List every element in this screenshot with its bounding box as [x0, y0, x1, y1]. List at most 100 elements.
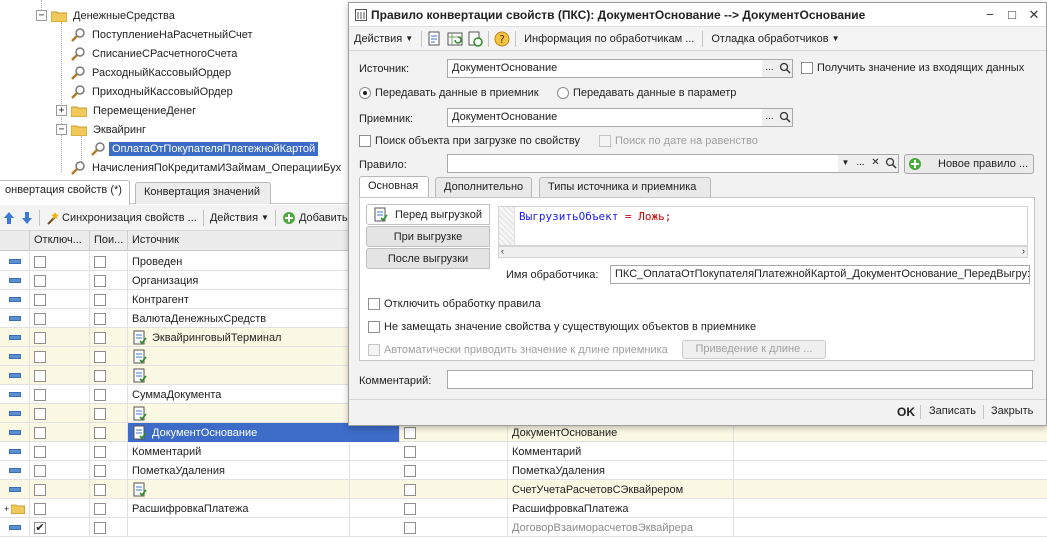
search-cell[interactable]: [90, 480, 128, 499]
search-icon[interactable]: [777, 59, 793, 78]
search-cell[interactable]: [90, 252, 128, 271]
checkbox-box[interactable]: [34, 426, 46, 439]
rule-dropdown-button[interactable]: ▼: [838, 154, 854, 173]
checkbox-box[interactable]: [94, 407, 106, 420]
disabled-cell[interactable]: [30, 480, 90, 499]
save-doc-button[interactable]: [425, 30, 445, 48]
table-row[interactable]: Комментарий Комментарий: [0, 442, 1047, 461]
source-cell[interactable]: ВалютаДенежныхСредств: [128, 309, 350, 328]
sync-properties-button[interactable]: Синхронизация свойств ...: [43, 210, 200, 226]
disabled-cell[interactable]: [30, 404, 90, 423]
disabled-cell[interactable]: [30, 499, 90, 518]
search-by-property-checkbox[interactable]: Поиск объекта при загрузке по свойству: [359, 135, 580, 147]
checkbox-box[interactable]: [404, 521, 416, 534]
checkbox-box[interactable]: [368, 321, 380, 333]
close-icon[interactable]: ✕: [1026, 7, 1042, 23]
checkbox-box[interactable]: [34, 483, 46, 496]
reload-button[interactable]: [465, 30, 485, 48]
tree-node-item[interactable]: ПриходныйКассовыйОрдер: [70, 82, 236, 101]
source-cell[interactable]: ЭквайринговыйТерминал: [128, 328, 350, 347]
search-cell[interactable]: [90, 271, 128, 290]
tree-node-item[interactable]: ПоступлениеНаРасчетныйСчет: [70, 25, 256, 44]
search-cell[interactable]: [90, 423, 128, 442]
checkbox-box[interactable]: [359, 135, 371, 147]
target-flag-cell[interactable]: [400, 461, 508, 480]
tree-node-selected[interactable]: ОплатаОтПокупателяПлатежнойКартой: [90, 139, 319, 158]
checkbox-box[interactable]: [368, 344, 380, 356]
search-cell[interactable]: [90, 404, 128, 423]
disabled-cell[interactable]: [30, 347, 90, 366]
move-up-button[interactable]: [0, 211, 18, 225]
column-header-icon[interactable]: [0, 231, 30, 251]
target-flag-cell[interactable]: [400, 442, 508, 461]
tree-node-acquiring[interactable]: − Эквайринг: [56, 120, 149, 139]
disabled-cell[interactable]: [30, 328, 90, 347]
target-cell[interactable]: ПометкаУдаления: [508, 461, 734, 480]
debug-handlers-menu[interactable]: Отладка обработчиков ▼: [706, 33, 844, 45]
source-cell[interactable]: [128, 480, 350, 499]
search-cell[interactable]: [90, 290, 128, 309]
rule-field[interactable]: [447, 154, 839, 173]
checkbox-box[interactable]: [34, 255, 46, 268]
rule-select-button[interactable]: ...: [853, 154, 869, 173]
add-button[interactable]: Добавить: [279, 211, 351, 225]
checkbox-box[interactable]: [94, 312, 106, 325]
get-incoming-checkbox[interactable]: Получить значение из входящих данных: [801, 62, 1024, 74]
code-horizontal-scrollbar[interactable]: ‹ ›: [498, 246, 1028, 258]
search-cell[interactable]: [90, 347, 128, 366]
target-flag-cell[interactable]: [400, 499, 508, 518]
radio-pass-to-param[interactable]: Передавать данные в параметр: [557, 87, 736, 99]
help-button[interactable]: ?: [492, 30, 512, 48]
checkbox-box[interactable]: ✔: [34, 521, 46, 534]
checkbox-box[interactable]: [34, 293, 46, 306]
source-cell[interactable]: Контрагент: [128, 290, 350, 309]
handler-name-field[interactable]: ПКС_ОплатаОтПокупателяПлатежнойКартой_До…: [610, 265, 1030, 284]
disabled-cell[interactable]: [30, 271, 90, 290]
dialog-titlebar[interactable]: Правило конвертации свойств (ПКС): Докум…: [349, 3, 1046, 27]
tree-node-money[interactable]: − ДенежныеСредства: [36, 6, 178, 25]
column-header-disabled[interactable]: Отключ...: [30, 231, 90, 251]
tab-value-conversion[interactable]: Конвертация значений: [135, 182, 271, 204]
disabled-cell[interactable]: ✔: [30, 518, 90, 537]
new-rule-button[interactable]: Новое правило ...: [904, 154, 1034, 174]
receiver-field[interactable]: ДокументОснование: [447, 108, 763, 127]
search-icon[interactable]: [777, 108, 793, 127]
event-on-export[interactable]: При выгрузке: [366, 226, 490, 247]
checkbox-box[interactable]: [94, 426, 106, 439]
checkbox-box[interactable]: [404, 464, 416, 477]
disabled-cell[interactable]: [30, 442, 90, 461]
close-button[interactable]: Закрыть: [991, 405, 1033, 417]
clear-icon[interactable]: ✕: [868, 154, 884, 173]
checkbox-box[interactable]: [34, 502, 46, 515]
auto-length-checkbox[interactable]: Автоматически приводить значение к длине…: [368, 344, 668, 356]
move-down-button[interactable]: [18, 211, 36, 225]
tab-additional[interactable]: Дополнительно: [435, 177, 532, 197]
expand-icon[interactable]: +: [56, 105, 67, 116]
checkbox-box[interactable]: [368, 298, 380, 310]
source-cell[interactable]: Организация: [128, 271, 350, 290]
column-header-source[interactable]: Источник: [128, 231, 350, 251]
maximize-icon[interactable]: □: [1004, 7, 1020, 23]
radio-pass-to-receiver[interactable]: Передавать данные в приемник: [359, 87, 539, 99]
tab-main[interactable]: Основная: [359, 176, 429, 197]
collapse-icon[interactable]: −: [36, 10, 47, 21]
checkbox-box[interactable]: [94, 331, 106, 344]
source-cell[interactable]: Комментарий: [128, 442, 350, 461]
checkbox-box[interactable]: [94, 502, 106, 515]
source-cell[interactable]: СуммаДокумента: [128, 385, 350, 404]
tree-node-cut[interactable]: ...: [0, 0, 15, 6]
comment-field[interactable]: [447, 370, 1033, 389]
checkbox-box[interactable]: [34, 407, 46, 420]
checkbox-box[interactable]: [34, 445, 46, 458]
search-cell[interactable]: [90, 328, 128, 347]
ok-button[interactable]: OK: [897, 405, 915, 419]
no-replace-checkbox[interactable]: Не замещать значение свойства у существу…: [368, 321, 756, 333]
checkbox-box[interactable]: [34, 369, 46, 382]
checkbox-box[interactable]: [94, 388, 106, 401]
disabled-cell[interactable]: [30, 461, 90, 480]
checkbox-box[interactable]: [404, 483, 416, 496]
disabled-cell[interactable]: [30, 366, 90, 385]
table-row[interactable]: + РасшифровкаПлатежа РасшифровкаПлатежа: [0, 499, 1047, 518]
source-cell[interactable]: Проведен: [128, 252, 350, 271]
length-adjust-button[interactable]: Приведение к длине ...: [682, 340, 826, 359]
